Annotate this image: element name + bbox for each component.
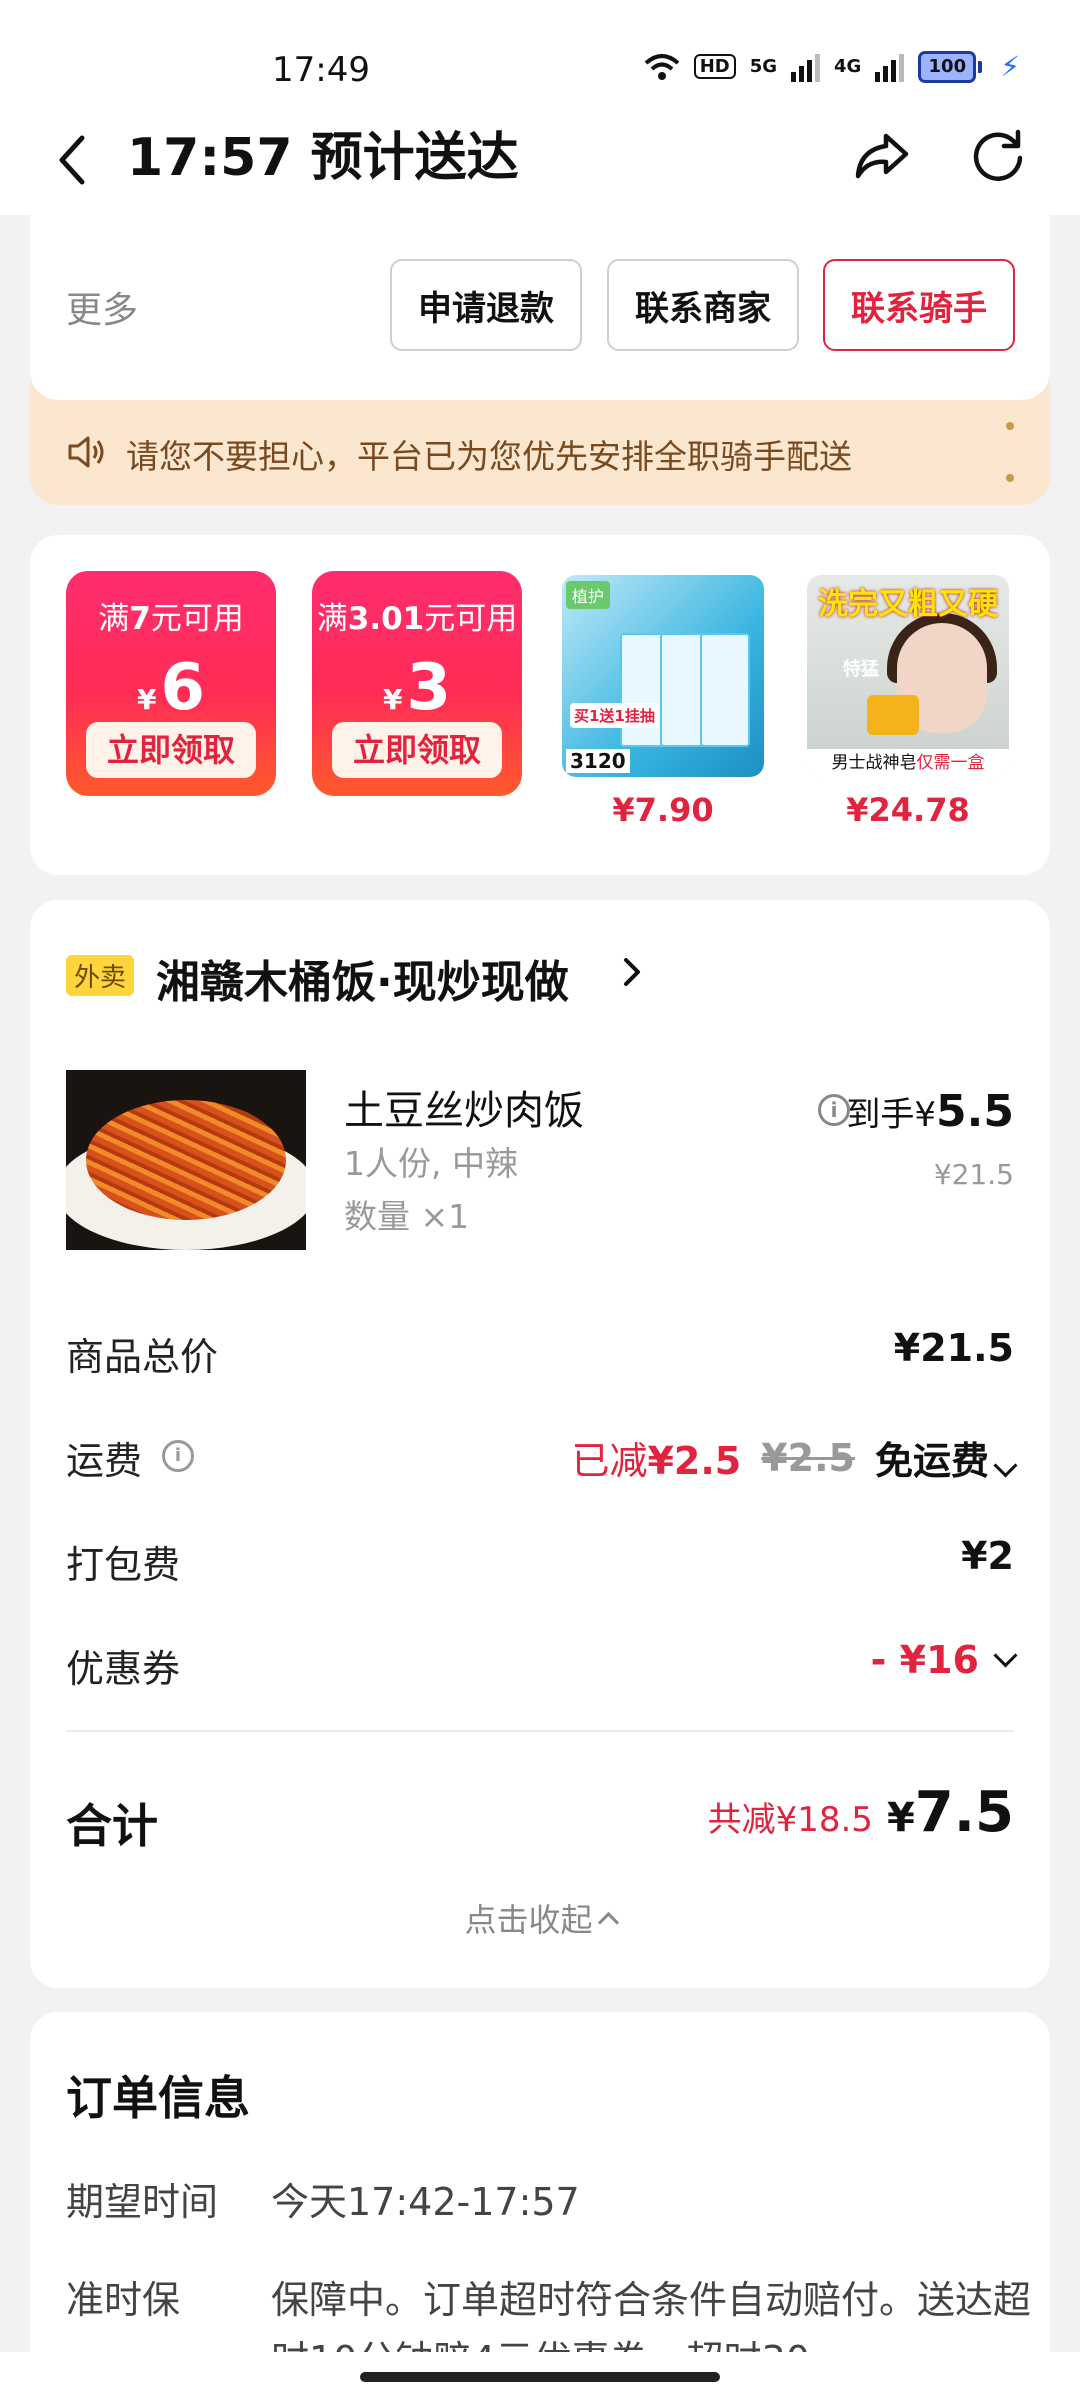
coupon-condition: 满7元可用 [98,601,244,637]
shipping-row[interactable]: 运费 i 已减¥2.5 ¥2.5 免运费 [66,1422,1018,1485]
item-original-price: ¥21.5 [933,1158,1014,1191]
coupon-card[interactable]: 满3.01元可用 ¥3 立即领取 [312,571,522,796]
shipping-reduced: 已减¥2.5 [571,1439,742,1483]
info-key: 期望时间 [66,2180,219,2224]
info-value: 今天17:42-17:57 [271,2180,580,2224]
product-badge: 特猛 [843,659,879,680]
promo-card: 满7元可用 ¥6 立即领取 满3.01元可用 ¥3 立即领取 植护 买1送1挂抽… [30,535,1050,875]
order-detail-card: 外卖 湘赣木桶饭·现炒现做 土豆丝炒肉饭 1人份, 中辣 数量 ×1 i 到手¥… [30,900,1050,1988]
packing-fee-label: 打包费 [66,1543,181,1587]
coupon-amount: ¥6 [136,651,205,725]
product-price: ¥24.78 [846,791,970,829]
coupon-label: 优惠券 [66,1647,181,1691]
header: 17:57 预计送达 [0,110,1080,215]
delivery-notice[interactable]: 请您不要担心，平台已为您优先安排全职骑手配送 [30,400,1050,505]
speaker-icon [68,436,104,468]
product-soap[interactable]: 洗完又粗又硬 特猛 男士战神皂仅需一盒 ¥24.78 [807,575,1009,829]
wifi-icon [644,53,680,80]
order-info-title: 订单信息 [66,2071,250,2125]
info-icon[interactable]: i [818,1094,850,1126]
product-price: ¥7.90 [612,791,714,829]
signal-5g-icon [791,52,821,82]
info-key: 准时保 [66,2278,181,2322]
delivery-tag: 外卖 [66,955,135,996]
order-info-card: 订单信息 期望时间 今天17:42-17:57 准时保 保障中。订单超时符合条件… [30,2012,1050,2400]
claim-coupon-button[interactable]: 立即领取 [86,722,256,778]
chevron-up-icon [597,1911,619,1933]
product-badge: 买1送1挂抽 [570,703,659,728]
collapse-toggle[interactable]: 点击收起 [30,1895,1050,1941]
item-net-price: 到手¥5.5 [846,1086,1014,1137]
goods-total-value: ¥21.5 [893,1326,1014,1370]
goods-total-row: 商品总价 ¥21.5 [66,1318,1014,1379]
item-quantity: 数量 ×1 [344,1197,470,1236]
store-name-link[interactable]: 湘赣木桶饭·现炒现做 [156,946,569,1010]
home-indicator[interactable] [360,2372,720,2382]
chevron-down-icon[interactable] [993,1642,1018,1668]
net-5g-label: 5G [749,56,778,77]
contact-merchant-button[interactable]: 联系商家 [607,259,799,351]
chevron-right-icon[interactable] [620,954,644,990]
total-label: 合计 [66,1799,158,1853]
share-icon[interactable] [850,124,914,188]
coupon-row[interactable]: 优惠券 - ¥16 [66,1630,1018,1691]
product-caption: 男士战神皂仅需一盒 [807,749,1009,777]
request-refund-button[interactable]: 申请退款 [390,259,582,351]
product-tissue[interactable]: 植护 买1送1挂抽 3120 ¥7.90 [562,575,764,829]
shipping-label: 运费 [66,1439,143,1483]
notice-text: 请您不要担心，平台已为您优先安排全职骑手配送 [126,437,852,476]
packing-fee-value: ¥2 [961,1534,1014,1578]
status-icons: HD 5G 4G 100 ⚡ [644,50,1020,83]
coupon-condition: 满3.01元可用 [316,601,518,637]
total-saved: 共减¥18.5 [707,1800,873,1840]
coupon-amount: ¥3 [382,651,451,725]
item-spec: 1人份, 中辣 [344,1144,518,1183]
page-title: 17:57 预计送达 [127,128,519,188]
more-link[interactable]: 更多 [66,281,138,333]
battery-icon: 100 [918,50,983,83]
action-buttons-row: 更多 申请退款 联系商家 联系骑手 [30,215,1050,400]
contact-rider-button[interactable]: 联系骑手 [823,259,1015,351]
food-image[interactable] [66,1070,306,1250]
product-brand-tag: 植护 [566,581,611,609]
total-amount: ¥7.5 [886,1780,1014,1845]
coupon-card[interactable]: 满7元可用 ¥6 立即领取 [66,571,276,796]
packing-fee-row: 打包费 ¥2 [66,1526,1014,1587]
notice-more-icon[interactable] [1005,422,1015,482]
divider [66,1730,1014,1732]
goods-total-label: 商品总价 [66,1335,219,1379]
order-actions-card: 更多 申请退款 联系商家 联系骑手 请您不要担心，平台已为您优先安排全职骑手配送 [30,215,1050,505]
shipping-value: 已减¥2.5 ¥2.5 免运费 [571,1430,1018,1485]
back-icon[interactable] [48,130,98,190]
shipping-original: ¥2.5 [761,1435,855,1480]
charging-icon: ⚡ [1000,50,1020,83]
product-image: 植护 买1送1挂抽 3120 [562,575,764,777]
hd-icon: HD [693,54,736,79]
claim-coupon-button[interactable]: 立即领取 [332,722,502,778]
signal-4g-icon [875,52,905,82]
shipping-info-icon[interactable]: i [162,1440,194,1472]
product-image: 洗完又粗又硬 特猛 男士战神皂仅需一盒 [807,575,1009,777]
refresh-icon[interactable] [966,124,1030,188]
item-name: 土豆丝炒肉饭 [344,1088,584,1134]
coupon-value: - ¥16 [871,1638,1018,1682]
shipping-free-label: 免运费 [875,1430,1018,1485]
product-headline: 洗完又粗又硬 [818,587,998,622]
chevron-down-icon[interactable] [993,1453,1018,1478]
status-bar: 17:49 HD 5G 4G 100 ⚡ [0,0,1080,110]
net-4g-label: 4G [834,56,862,77]
status-time: 17:49 [272,50,370,90]
product-count: 3120 [566,749,630,773]
battery-level: 100 [918,50,977,83]
total-summary: 共减¥18.5 ¥7.5 [708,1780,1014,1845]
